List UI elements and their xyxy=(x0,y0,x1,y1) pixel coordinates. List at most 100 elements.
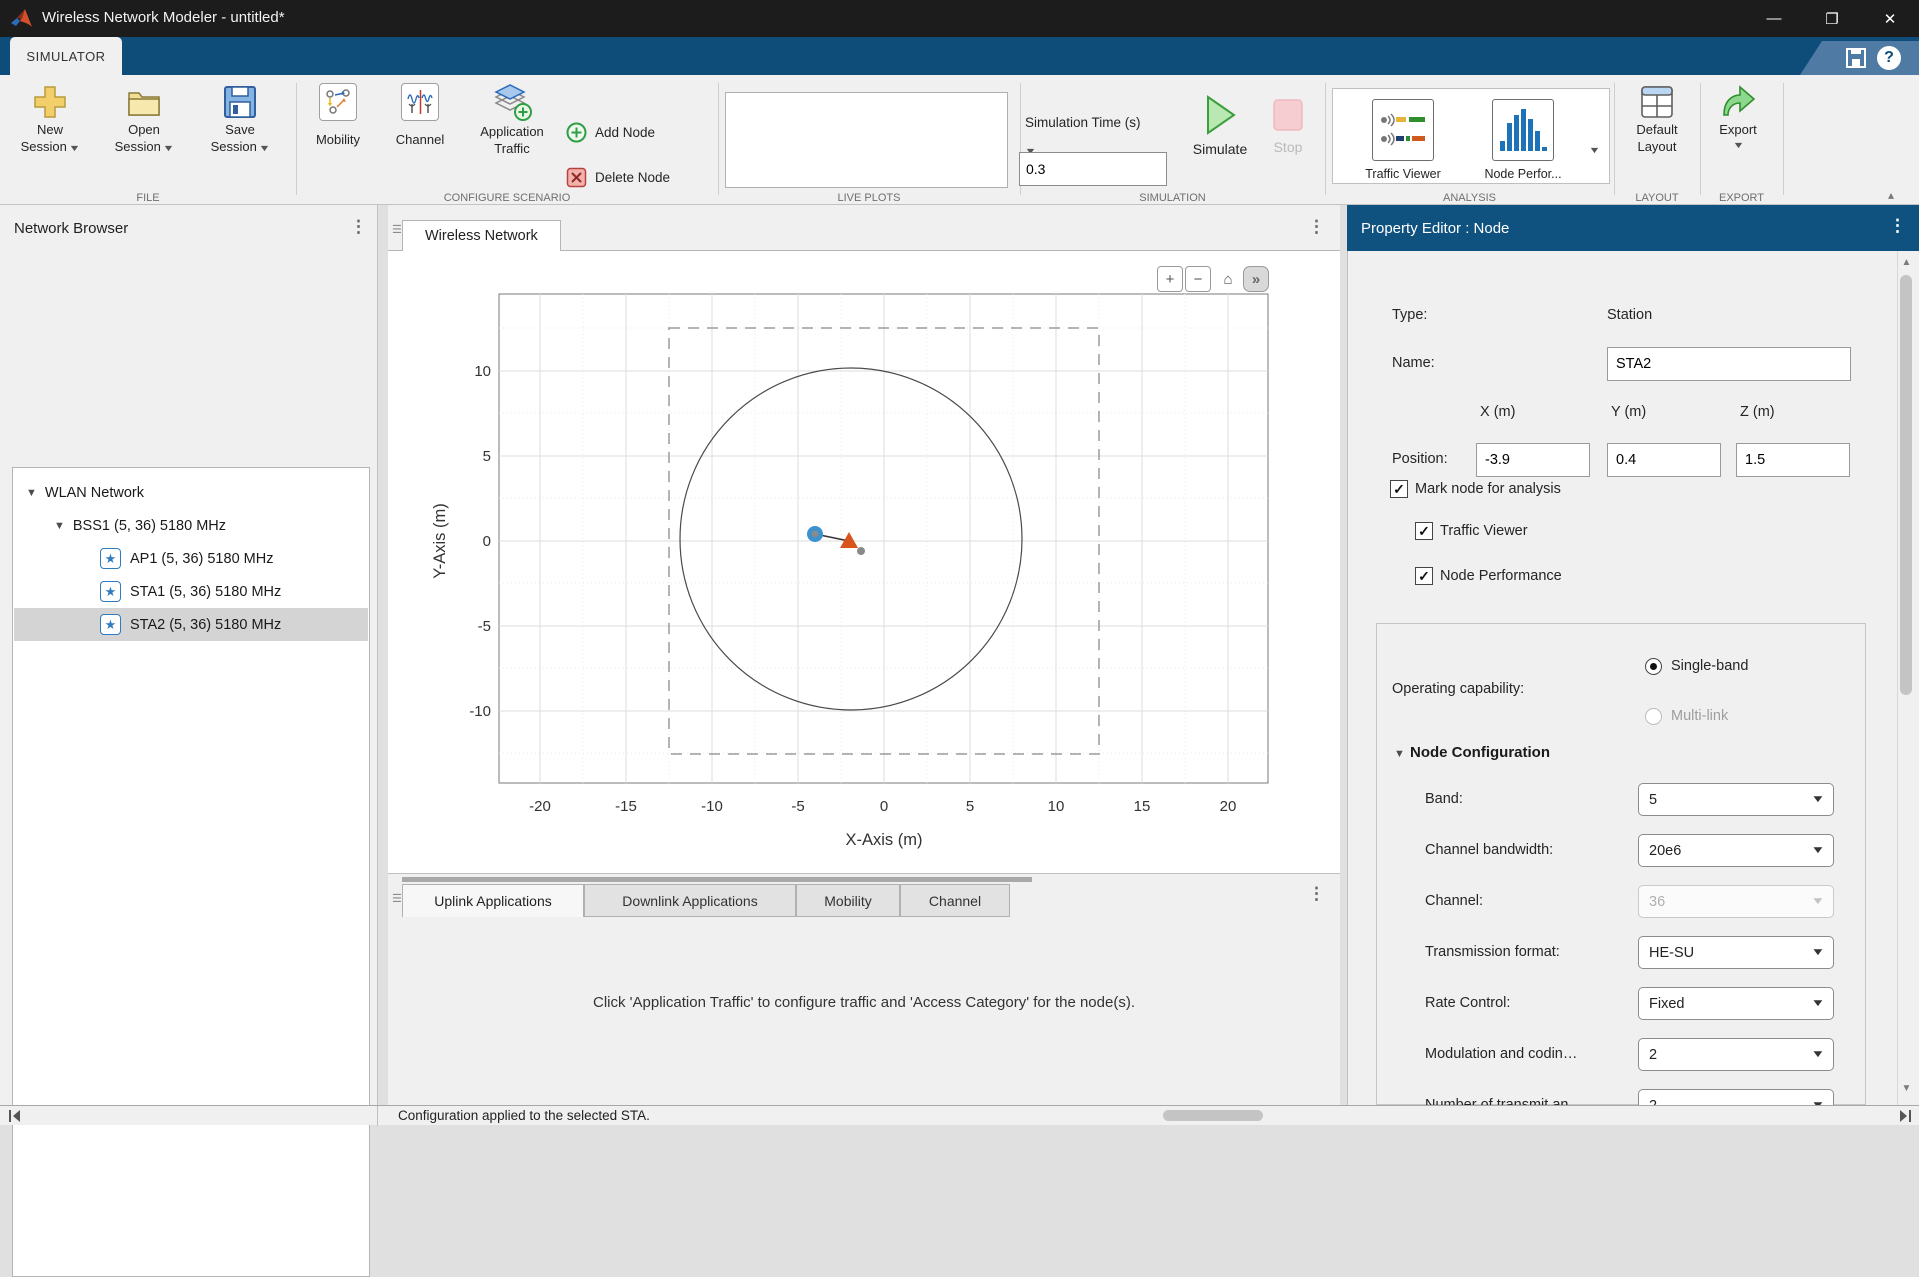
tree-item-sta2-selected[interactable]: ★ STA2 (5, 36) 5180 MHz xyxy=(14,608,368,641)
scroll-down-icon[interactable]: ▼ xyxy=(1898,1083,1915,1094)
expander-icon[interactable]: ▼ xyxy=(26,487,37,499)
home-view-button[interactable]: ⌂ xyxy=(1215,266,1241,292)
horizontal-splitter[interactable] xyxy=(388,873,1340,884)
minimize-button[interactable]: — xyxy=(1745,0,1803,37)
property-editor-scrollbar[interactable]: ▲ ▼ xyxy=(1897,251,1914,1105)
tree-item-ap1[interactable]: ★ AP1 (5, 36) 5180 MHz xyxy=(14,542,368,575)
mobility-button[interactable]: Mobility xyxy=(302,83,374,148)
traffic-viewer-checkbox[interactable]: ✓ xyxy=(1415,522,1433,540)
band-dropdown[interactable]: 5▼ xyxy=(1638,783,1834,816)
restore-button[interactable]: ❐ xyxy=(1803,0,1861,37)
status-message: Configuration applied to the selected ST… xyxy=(398,1108,650,1123)
add-node-button[interactable]: Add Node xyxy=(566,122,655,143)
dropdown-caret-icon: ▼ xyxy=(1811,1049,1826,1060)
x-tick: 0 xyxy=(880,798,888,815)
x-tick: 15 xyxy=(1134,798,1151,815)
analysis-gallery-dropdown-button[interactable]: ▼ xyxy=(1582,138,1606,162)
zoom-in-button[interactable]: + xyxy=(1157,266,1183,292)
help-icon[interactable]: ? xyxy=(1877,46,1901,70)
save-session-button[interactable]: Save Session ▼ xyxy=(196,83,284,157)
position-z-input[interactable] xyxy=(1736,443,1850,477)
position-y-input[interactable] xyxy=(1607,443,1721,477)
collapse-ribbon-button[interactable]: ▴ xyxy=(1888,188,1894,202)
stop-button: Stop xyxy=(1260,97,1316,156)
matlab-logo-icon xyxy=(10,7,34,31)
traffic-viewer-icon xyxy=(1372,99,1434,161)
mark-node-label: Mark node for analysis xyxy=(1415,481,1561,497)
property-editor-menu-icon[interactable]: ⋮ xyxy=(1889,219,1906,233)
expander-icon[interactable]: ▼ xyxy=(54,520,65,532)
node-star-icon: ★ xyxy=(100,614,121,635)
scroll-up-icon[interactable]: ▲ xyxy=(1898,257,1915,268)
section-label-layout: LAYOUT xyxy=(1614,192,1700,204)
network-browser-menu-icon[interactable]: ⋮ xyxy=(350,220,367,234)
close-button[interactable]: ✕ xyxy=(1861,0,1919,37)
open-session-button[interactable]: Open Session ▼ xyxy=(100,83,188,157)
quick-save-icon[interactable] xyxy=(1845,47,1867,69)
tab-channel[interactable]: Channel xyxy=(900,884,1010,917)
export-button[interactable]: Export ▼ xyxy=(1702,83,1774,150)
tree-item-sta1[interactable]: ★ STA1 (5, 36) 5180 MHz xyxy=(14,575,368,608)
live-plots-gallery[interactable] xyxy=(725,92,1008,188)
horizontal-scrollbar-thumb[interactable] xyxy=(1163,1110,1263,1121)
section-label-export: EXPORT xyxy=(1700,192,1783,204)
single-band-radio[interactable] xyxy=(1645,658,1662,675)
transmission-format-dropdown[interactable]: HE-SU▼ xyxy=(1638,936,1834,969)
tab-uplink-applications[interactable]: Uplink Applications xyxy=(402,884,584,917)
traffic-viewer-button[interactable]: Traffic Viewer xyxy=(1348,99,1458,181)
dropdown-caret-icon: ▼ xyxy=(69,140,81,157)
name-input[interactable] xyxy=(1607,347,1851,381)
node-config-expander-icon[interactable]: ▼ xyxy=(1394,748,1405,760)
default-layout-button[interactable]: Default Layout xyxy=(1618,83,1696,155)
splitter-handle[interactable] xyxy=(402,877,1032,882)
node-performance-button[interactable]: Node Perfor... xyxy=(1465,99,1581,181)
y-tick: 0 xyxy=(483,533,491,550)
default-layout-icon xyxy=(1638,83,1676,121)
single-band-label: Single-band xyxy=(1671,658,1748,674)
tree-item-wlan-network[interactable]: ▼ WLAN Network xyxy=(14,476,368,509)
scrollbar-thumb[interactable] xyxy=(1900,275,1912,695)
panel-grip-icon[interactable]: ☰ xyxy=(392,223,401,236)
collapse-right-icon[interactable] xyxy=(1898,1109,1912,1123)
tab-downlink-applications[interactable]: Downlink Applications xyxy=(584,884,796,917)
x-tick: 10 xyxy=(1048,798,1065,815)
panel-grip-icon[interactable]: ☰ xyxy=(392,892,401,905)
delete-node-icon xyxy=(566,167,587,188)
transmission-format-label: Transmission format: xyxy=(1425,944,1560,960)
tab-simulator[interactable]: SIMULATOR xyxy=(10,37,122,75)
simulation-time-input[interactable] xyxy=(1019,152,1167,186)
rate-control-label: Rate Control: xyxy=(1425,995,1510,1011)
position-label: Position: xyxy=(1392,451,1448,467)
new-session-button[interactable]: New Session ▼ xyxy=(6,83,94,157)
dropdown-caret-icon: ▼ xyxy=(1811,998,1826,1009)
rate-control-dropdown[interactable]: Fixed▼ xyxy=(1638,987,1834,1020)
node-marker-sta1[interactable] xyxy=(857,547,865,555)
new-session-icon xyxy=(31,83,69,121)
expand-tools-button[interactable]: » xyxy=(1243,266,1269,292)
operating-capability-label: Operating capability: xyxy=(1392,681,1524,697)
zoom-out-button[interactable]: − xyxy=(1185,266,1211,292)
network-browser-panel: Network Browser ⋮ ▼ WLAN Network ▼ BSS1 … xyxy=(0,205,378,1105)
bottom-panel: ☰ Uplink Applications Downlink Applicati… xyxy=(388,884,1340,1105)
section-divider xyxy=(296,83,297,195)
tab-wireless-network[interactable]: Wireless Network xyxy=(402,220,561,251)
position-z-header: Z (m) xyxy=(1740,404,1775,420)
bottom-panel-menu-icon[interactable]: ⋮ xyxy=(1308,887,1325,901)
collapse-left-icon[interactable] xyxy=(8,1109,22,1123)
position-x-input[interactable] xyxy=(1476,443,1590,477)
node-performance-checkbox[interactable]: ✓ xyxy=(1415,567,1433,585)
mcs-dropdown[interactable]: 2▼ xyxy=(1638,1038,1834,1071)
simulate-button[interactable]: Simulate xyxy=(1184,93,1256,158)
mark-node-checkbox[interactable]: ✓ xyxy=(1390,480,1408,498)
section-label-live-plots: LIVE PLOTS xyxy=(718,192,1020,204)
tree-item-bss1[interactable]: ▼ BSS1 (5, 36) 5180 MHz xyxy=(14,509,368,542)
delete-node-button[interactable]: Delete Node xyxy=(566,167,670,188)
application-traffic-button[interactable]: Application Traffic xyxy=(466,83,558,157)
dropdown-caret-icon: ▼ xyxy=(259,140,271,157)
channel-button[interactable]: Channel xyxy=(384,83,456,148)
section-divider xyxy=(718,83,719,195)
property-editor-title: Property Editor : Node xyxy=(1361,220,1509,237)
document-menu-icon[interactable]: ⋮ xyxy=(1308,220,1325,234)
tab-mobility[interactable]: Mobility xyxy=(796,884,900,917)
channel-bandwidth-dropdown[interactable]: 20e6▼ xyxy=(1638,834,1834,867)
